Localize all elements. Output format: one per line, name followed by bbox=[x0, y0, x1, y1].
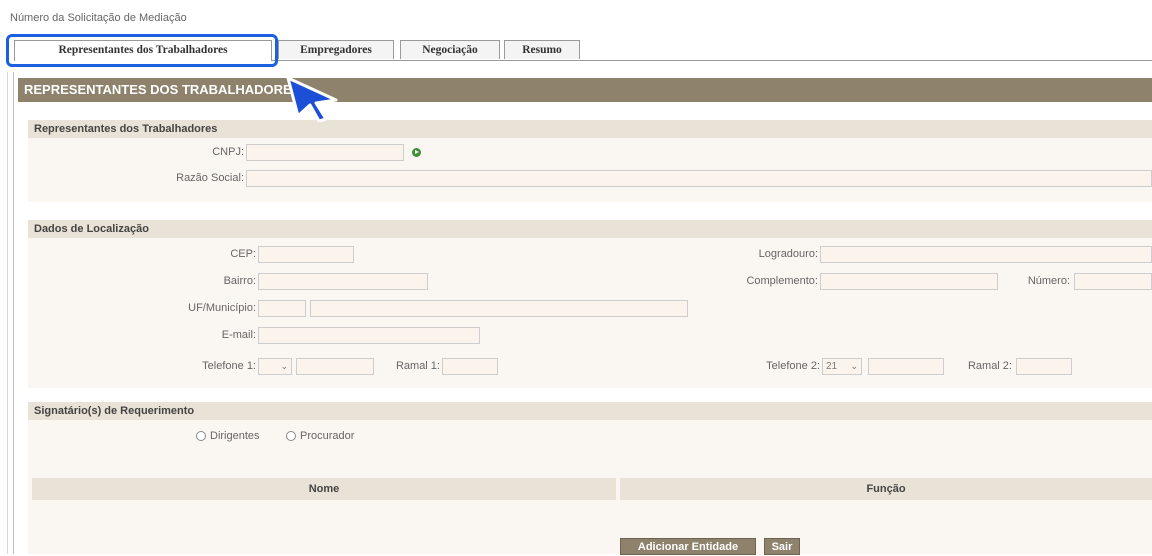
telefone1-input[interactable] bbox=[296, 358, 374, 375]
chevron-down-icon: ⌄ bbox=[850, 361, 858, 371]
section-representantes: Representantes dos Trabalhadores CNPJ: R… bbox=[28, 120, 1152, 202]
razao-social-input[interactable] bbox=[246, 170, 1152, 187]
bairro-label: Bairro: bbox=[223, 275, 256, 287]
ramal1-label: Ramal 1: bbox=[395, 360, 440, 372]
cep-label: CEP: bbox=[230, 248, 256, 260]
panel-title: REPRESENTANTES DOS TRABALHADORES bbox=[18, 78, 1152, 102]
procurador-label: Procurador bbox=[300, 430, 355, 442]
ramal2-label: Ramal 2: bbox=[967, 360, 1012, 372]
column-header-nome: Nome bbox=[32, 478, 616, 500]
section-representantes-title: Representantes dos Trabalhadores bbox=[28, 120, 1152, 138]
ramal1-input[interactable] bbox=[442, 358, 498, 375]
dirigentes-label: Dirigentes bbox=[210, 430, 260, 442]
numero-label: Número: bbox=[1027, 275, 1070, 287]
green-go-icon[interactable] bbox=[412, 148, 421, 157]
section-localizacao: Dados de Localização CEP: Logradouro: Ba… bbox=[28, 220, 1152, 388]
cnpj-label: CNPJ: bbox=[212, 146, 244, 158]
section-signatarios-title: Signatário(s) de Requerimento bbox=[28, 402, 1152, 420]
tab-strip: Representantes dos Trabalhadores Emprega… bbox=[14, 40, 1152, 61]
logradouro-label: Logradouro: bbox=[758, 248, 818, 260]
telefone1-label: Telefone 1: bbox=[202, 360, 256, 372]
dirigentes-radio[interactable] bbox=[196, 431, 206, 441]
chevron-down-icon: ⌄ bbox=[280, 361, 288, 371]
telefone2-label: Telefone 2: bbox=[766, 360, 820, 372]
telefone2-ddd-select[interactable]: 21 ⌄ bbox=[822, 358, 862, 375]
request-number-label: Número da Solicitação de Mediação bbox=[10, 12, 187, 24]
add-entity-button[interactable]: Adicionar Entidade bbox=[620, 538, 756, 555]
numero-input[interactable] bbox=[1074, 273, 1152, 290]
cep-input[interactable] bbox=[258, 246, 354, 263]
tab-negociacao[interactable]: Negociação bbox=[400, 40, 500, 59]
telefone1-ddd-select[interactable]: ⌄ bbox=[258, 358, 292, 375]
uf-municipio-label: UF/Município: bbox=[188, 302, 256, 314]
complemento-input[interactable] bbox=[820, 273, 998, 290]
frame-border-inner bbox=[13, 72, 14, 554]
tab-resumo[interactable]: Resumo bbox=[504, 40, 580, 59]
mouse-cursor-icon bbox=[286, 76, 338, 122]
telefone2-input[interactable] bbox=[868, 358, 944, 375]
cnpj-input[interactable] bbox=[246, 144, 404, 161]
tab-representantes[interactable]: Representantes dos Trabalhadores bbox=[14, 40, 272, 61]
logradouro-input[interactable] bbox=[820, 246, 1152, 263]
main-panel: REPRESENTANTES DOS TRABALHADORES Represe… bbox=[18, 78, 1152, 555]
bairro-input[interactable] bbox=[258, 273, 428, 290]
frame-border bbox=[7, 72, 8, 554]
telefone2-ddd-value: 21 bbox=[826, 361, 838, 372]
section-signatarios: Signatário(s) de Requerimento Dirigentes… bbox=[28, 402, 1152, 554]
uf-input[interactable] bbox=[258, 300, 306, 317]
razao-social-label: Razão Social: bbox=[176, 172, 244, 184]
municipio-input[interactable] bbox=[310, 300, 688, 317]
procurador-radio[interactable] bbox=[286, 431, 296, 441]
email-input[interactable] bbox=[258, 327, 480, 344]
column-header-funcao: Função bbox=[620, 478, 1152, 500]
exit-button[interactable]: Sair bbox=[764, 538, 800, 555]
email-label: E-mail: bbox=[221, 329, 256, 341]
complemento-label: Complemento: bbox=[746, 275, 818, 287]
ramal2-input[interactable] bbox=[1016, 358, 1072, 375]
tab-empregadores[interactable]: Empregadores bbox=[278, 40, 394, 59]
section-localizacao-title: Dados de Localização bbox=[28, 220, 1152, 238]
